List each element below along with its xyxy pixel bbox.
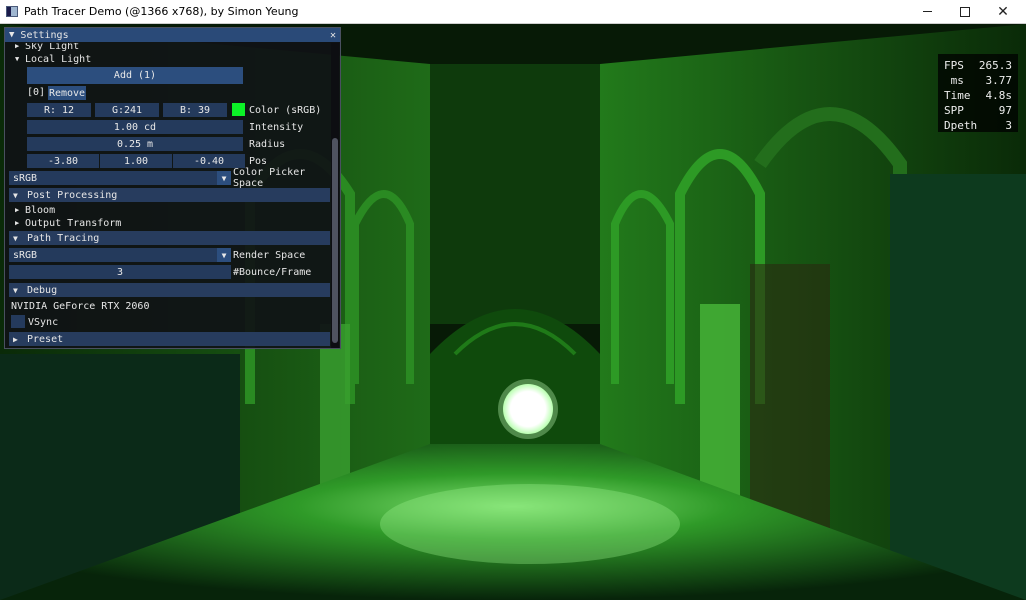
pos-x-field[interactable]: -3.80 (27, 154, 99, 168)
pos-label: Pos (249, 155, 268, 167)
intensity-label: Intensity (249, 121, 304, 133)
stats-overlay: FPS 265.3 ms 3.77 Time 4.8s SPP 97 Dpeth 3 (938, 54, 1018, 132)
collapse-arrow-icon: ▼ (13, 233, 18, 243)
settings-title: Settings (20, 29, 69, 41)
radius-label: Radius (249, 138, 286, 150)
bounce-label: #Bounce/Frame (233, 266, 312, 278)
scrollbar-thumb[interactable] (332, 138, 338, 343)
window-title-bar: Path Tracer Demo (@1366 x768), by Simon … (0, 0, 1026, 24)
render-space-label: Render Space (233, 249, 306, 261)
vsync-checkbox[interactable] (11, 315, 25, 328)
expand-arrow-icon: ▶ (15, 219, 20, 227)
add-light-button[interactable]: Add (1) (27, 67, 243, 84)
tree-local-light[interactable]: ▼ Local Light (5, 52, 330, 66)
collapse-triangle-icon[interactable]: ▼ (9, 30, 14, 40)
color-b-field[interactable]: B: 39 (163, 103, 227, 117)
pos-z-field[interactable]: -0.40 (173, 154, 245, 168)
header-debug[interactable]: ▼ Debug (9, 283, 330, 297)
vsync-label: VSync (28, 316, 59, 328)
stat-fps: FPS 265.3 (944, 59, 1012, 72)
combo-arrow-icon[interactable]: ▼ (217, 248, 231, 262)
settings-title-bar[interactable]: ▼ Settings ✕ (5, 28, 340, 42)
settings-body: ▶ Sky Light ▼ Local Light Add (1) [0] Re… (5, 43, 330, 348)
maximize-button[interactable] (946, 0, 984, 24)
gpu-name: NVIDIA GeForce RTX 2060 (11, 300, 150, 312)
tree-bloom[interactable]: ▶ Bloom (5, 203, 330, 217)
radius-field[interactable]: 0.25 m (27, 137, 243, 151)
minimize-button[interactable] (908, 0, 946, 24)
stat-ms: ms 3.77 (944, 74, 1012, 87)
color-r-field[interactable]: R: 12 (27, 103, 91, 117)
expand-arrow-icon: ▶ (15, 43, 20, 50)
stat-time: Time 4.8s (944, 89, 1012, 102)
color-picker-space-combo[interactable]: sRGB ▼ (9, 171, 231, 185)
collapse-arrow-icon: ▼ (13, 190, 18, 200)
settings-scrollbar[interactable] (331, 43, 339, 348)
stat-depth: Dpeth 3 (944, 119, 1012, 132)
close-window-button[interactable]: ✕ (984, 0, 1022, 24)
collapse-arrow-icon: ▼ (15, 55, 20, 63)
settings-close-icon[interactable]: ✕ (330, 30, 336, 41)
light-index: [0] (27, 86, 46, 98)
header-preset[interactable]: ▶ Preset (9, 332, 330, 346)
render-space-combo[interactable]: sRGB ▼ (9, 248, 231, 262)
remove-light-button[interactable]: Remove (48, 86, 86, 100)
intensity-field[interactable]: 1.00 cd (27, 120, 243, 134)
app-icon (6, 6, 18, 17)
stat-spp: SPP 97 (944, 104, 1012, 117)
bounce-field[interactable]: 3 (9, 265, 231, 279)
tree-output-transform[interactable]: ▶ Output Transform (5, 216, 330, 230)
pos-y-field[interactable]: 1.00 (100, 154, 172, 168)
color-swatch[interactable] (232, 103, 245, 116)
expand-arrow-icon: ▶ (13, 334, 18, 344)
expand-arrow-icon: ▶ (15, 206, 20, 214)
header-path-tracing[interactable]: ▼ Path Tracing (9, 231, 330, 245)
color-picker-space-label: Color Picker Space (233, 167, 306, 189)
header-post-processing[interactable]: ▼ Post Processing (9, 188, 330, 202)
collapse-arrow-icon: ▼ (13, 285, 18, 295)
combo-arrow-icon[interactable]: ▼ (217, 171, 231, 185)
color-g-field[interactable]: G:241 (95, 103, 159, 117)
settings-panel[interactable]: ▼ Settings ✕ ▶ Sky Light ▼ Local Light A… (4, 27, 341, 349)
window-title: Path Tracer Demo (@1366 x768), by Simon … (24, 5, 299, 18)
color-label: Color (sRGB) (249, 104, 322, 116)
